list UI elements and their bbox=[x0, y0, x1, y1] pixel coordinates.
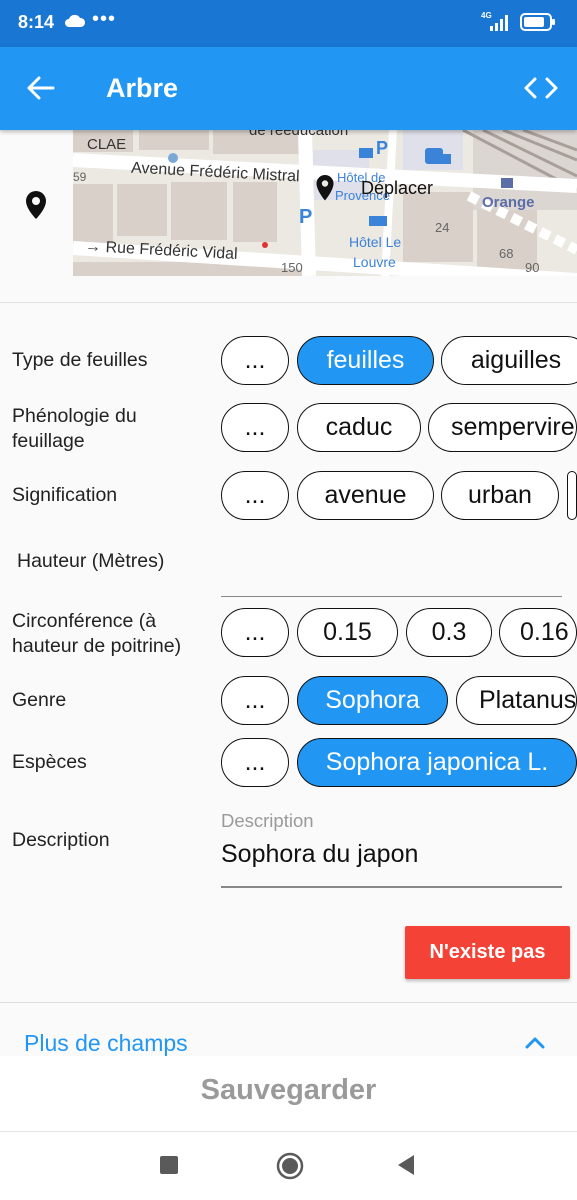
status-bar: 8:14 ••• 4G bbox=[0, 0, 577, 47]
save-button[interactable]: Sauvegarder bbox=[0, 1074, 577, 1107]
recents-icon[interactable] bbox=[160, 1156, 178, 1174]
map-parking-2: P bbox=[299, 206, 313, 228]
label-especes: Espèces bbox=[12, 751, 87, 773]
map-label-90: 90 bbox=[525, 260, 540, 275]
label-genre: Genre bbox=[12, 689, 67, 711]
field-type-feuilles: Type de feuilles ... feuilles aiguilles bbox=[0, 336, 577, 386]
label-phenologie: Phénologie du feuillage bbox=[12, 405, 137, 452]
map-label-150: 150 bbox=[281, 260, 303, 275]
field-especes: Espèces ... Sophora japonica L. bbox=[0, 738, 577, 788]
chip-urban[interactable]: urban bbox=[441, 471, 559, 520]
description-input[interactable]: Sophora du japon bbox=[221, 840, 418, 869]
label-signification: Signification bbox=[12, 484, 118, 506]
field-phenologie: Phénologie du feuillage ... caduc semper… bbox=[0, 403, 577, 453]
map-parking-1: P bbox=[376, 138, 389, 158]
chip-sophora[interactable]: Sophora bbox=[297, 676, 448, 725]
chip-more[interactable]: ... bbox=[221, 403, 289, 452]
label-type-feuilles: Type de feuilles bbox=[12, 349, 148, 371]
chip-0-3[interactable]: 0.3 bbox=[406, 608, 492, 657]
field-signification: Signification ... avenue urban park bbox=[0, 471, 577, 521]
field-genre: Genre ... Sophora Platanus bbox=[0, 676, 577, 726]
map-label-59: 59 bbox=[73, 170, 87, 184]
signal-icon bbox=[490, 13, 514, 36]
map-marker-icon bbox=[315, 174, 335, 207]
map-label-24: 24 bbox=[435, 220, 450, 235]
notification-dots: ••• bbox=[92, 8, 117, 30]
battery-icon bbox=[520, 13, 556, 36]
label-hauteur: Hauteur (Mètres) bbox=[17, 550, 165, 572]
chip-0-15[interactable]: 0.15 bbox=[297, 608, 398, 657]
cloud-icon bbox=[64, 14, 86, 33]
location-pin-icon bbox=[24, 190, 48, 225]
label-circonference: Circonférence (à hauteur de poitrine) bbox=[12, 610, 182, 657]
chip-0-16[interactable]: 0.16 bbox=[499, 608, 577, 657]
chip-more[interactable]: ... bbox=[221, 738, 289, 787]
chip-more[interactable]: ... bbox=[221, 676, 289, 725]
chip-more[interactable]: ... bbox=[221, 608, 289, 657]
chip-platanus[interactable]: Platanus bbox=[456, 676, 577, 725]
app-bar: Arbre bbox=[0, 47, 577, 130]
move-label[interactable]: Déplacer bbox=[361, 178, 433, 199]
map-label-hotel-louvre: Hôtel Le bbox=[349, 234, 402, 250]
system-nav-bar bbox=[0, 1131, 577, 1200]
home-icon[interactable] bbox=[276, 1152, 304, 1185]
map-label-clae: CLAE bbox=[87, 136, 127, 153]
code-icon[interactable] bbox=[524, 76, 558, 100]
divider bbox=[0, 1002, 577, 1003]
location-row: CLAE de rééducation Avenue Frédéric Mist… bbox=[0, 130, 577, 303]
back-triangle-icon[interactable] bbox=[396, 1154, 416, 1181]
label-description: Description bbox=[12, 829, 110, 851]
chip-sempervirent[interactable]: sempervirent bbox=[428, 403, 577, 452]
nexiste-pas-button[interactable]: N'existe pas bbox=[405, 926, 570, 979]
map-label-68: 68 bbox=[499, 246, 514, 261]
chip-more[interactable]: ... bbox=[221, 336, 289, 385]
status-time: 8:14 bbox=[18, 12, 55, 32]
chip-park[interactable]: park bbox=[567, 471, 577, 520]
chevron-up-icon[interactable] bbox=[524, 1036, 546, 1055]
field-hauteur: Hauteur (Mètres) bbox=[0, 548, 577, 598]
chip-aiguilles[interactable]: aiguilles bbox=[441, 336, 577, 385]
hauteur-input[interactable] bbox=[221, 596, 562, 597]
chip-caduc[interactable]: caduc bbox=[297, 403, 421, 452]
map-label-orange: Orange bbox=[482, 194, 535, 211]
map-label-louvre: Louvre bbox=[353, 254, 396, 270]
chip-avenue[interactable]: avenue bbox=[297, 471, 434, 520]
save-bar: Sauvegarder bbox=[0, 1056, 577, 1131]
page-title: Arbre bbox=[106, 73, 179, 103]
chip-more[interactable]: ... bbox=[221, 471, 289, 520]
map-label-reeducation: de rééducation bbox=[249, 130, 349, 139]
location-map[interactable]: CLAE de rééducation Avenue Frédéric Mist… bbox=[73, 130, 577, 276]
field-circonference: Circonférence (à hauteur de poitrine) ..… bbox=[0, 608, 577, 658]
more-fields-toggle[interactable]: Plus de champs bbox=[24, 1030, 188, 1057]
chip-feuilles[interactable]: feuilles bbox=[297, 336, 434, 385]
chip-sophora-japonica[interactable]: Sophora japonica L. bbox=[297, 738, 577, 787]
description-underline bbox=[221, 886, 562, 888]
description-placeholder: Description bbox=[221, 810, 314, 831]
arrow-back-icon[interactable] bbox=[26, 75, 56, 101]
